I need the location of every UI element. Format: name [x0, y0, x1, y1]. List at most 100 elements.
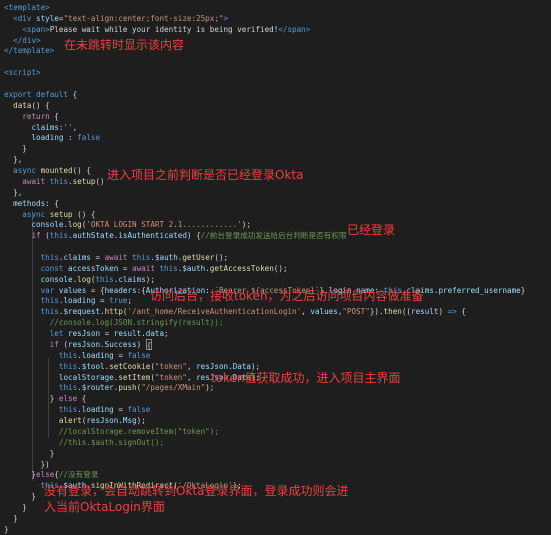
code-token: =	[113, 350, 128, 360]
code-token: this	[40, 253, 59, 262]
code-token: accessToken	[68, 263, 119, 273]
code-token: localStorage	[58, 372, 114, 382]
code-token: 'OKTA LOGIN START 2.1............'	[86, 220, 242, 230]
code-token: if	[49, 339, 59, 349]
code-token: }	[4, 524, 9, 534]
code-token: =	[113, 405, 128, 415]
code-token: </template>	[4, 46, 55, 56]
code-token: log	[77, 274, 91, 284]
code-token: isAuthenticated	[118, 231, 187, 241]
code-token: this	[132, 253, 151, 262]
code-line: //this.$auth.signOut();	[4, 437, 164, 448]
code-token: data	[145, 329, 165, 339]
code-token: "token"	[154, 361, 187, 371]
code-token: //this.$auth.signOut();	[58, 437, 165, 447]
code-line: <span>Please wait while your identity is…	[4, 24, 310, 35]
code-token: this	[58, 361, 78, 371]
code-token: getAccessToken	[209, 263, 274, 273]
code-token: if	[31, 231, 41, 241]
code-token: claims	[63, 253, 91, 262]
code-line: this.loading = false	[4, 404, 150, 415]
code-line: },	[4, 187, 22, 198]
annotation-success-note: token值获取成功，进入项目主界面	[211, 371, 401, 385]
code-token: <template>	[4, 3, 50, 12]
code-token: this	[40, 307, 59, 317]
code-token: push	[118, 383, 137, 393]
code-token: }	[4, 513, 18, 523]
code-token: then	[383, 307, 402, 317]
code-token: }	[4, 492, 37, 502]
code-token: ,	[186, 372, 197, 382]
code-token: "text-align:center;font-size:25px;"	[63, 13, 224, 23]
code-line: },	[4, 154, 22, 165]
code-token: loading	[81, 350, 114, 360]
code-token: false	[127, 350, 151, 360]
code-line: console.log(this.claims);	[4, 274, 155, 285]
code-token: console	[31, 220, 64, 230]
code-token: :{	[136, 285, 146, 295]
annotation-logged-in-note: 已经登录	[347, 223, 396, 237]
code-editor[interactable]: <template> <div style="text-align:center…	[0, 0, 551, 534]
code-token: }	[4, 144, 27, 154]
code-token: ();	[273, 263, 288, 273]
code-line: this.loading = false	[4, 350, 150, 361]
code-token: ;	[127, 296, 133, 306]
code-token: ();	[214, 253, 229, 262]
code-token: (	[58, 339, 69, 349]
code-token: "POST"	[342, 307, 370, 317]
code-token: loading	[81, 405, 114, 415]
code-token: loading	[63, 296, 96, 306]
code-token: ''	[63, 122, 73, 132]
code-token: (	[40, 231, 50, 241]
code-token: setItem	[118, 372, 151, 382]
code-line: loading : false	[4, 132, 100, 143]
code-token: })	[4, 459, 50, 469]
code-line: await this.setup()	[4, 176, 104, 187]
code-line: methods: {	[4, 198, 59, 209]
code-token: false	[127, 405, 151, 415]
code-token: this	[49, 176, 69, 186]
code-token: //console.log(JSON.stringify(result));	[49, 318, 224, 328]
code-token: <span>	[22, 24, 50, 34]
code-token: }	[520, 285, 526, 295]
code-token: $auth	[154, 253, 178, 262]
code-token: }	[4, 394, 59, 404]
code-token: ;	[164, 329, 169, 339]
code-token: </span>	[278, 24, 311, 34]
code-token: return	[22, 111, 50, 121]
code-token: Msg	[122, 416, 137, 426]
code-token: async	[22, 209, 46, 219]
code-token: async	[13, 166, 37, 176]
code-line: }	[4, 143, 27, 154]
code-token: =	[90, 253, 105, 262]
code-line: <div style="text-align:center;font-size:…	[4, 13, 228, 24]
code-line: } else {	[4, 393, 87, 404]
code-token: style	[36, 13, 59, 23]
annotation-request-note: 访问后台，接收token，为之后访问项目内容做准备	[150, 289, 424, 303]
code-line: this.$request.http('/ant_home/ReceiveAut…	[4, 306, 466, 317]
code-token: await	[132, 263, 155, 273]
annotation-template-note: 在未跳转时显示该内容	[64, 38, 185, 52]
code-token: ,	[72, 122, 78, 132]
code-token: );	[145, 274, 155, 284]
code-line: data() {	[4, 100, 50, 111]
code-token: },	[4, 187, 23, 197]
code-token: log	[68, 220, 82, 230]
code-token: else	[36, 470, 55, 480]
code-line: }	[4, 524, 9, 535]
code-line: alert(resJson.Msg);	[4, 415, 146, 426]
